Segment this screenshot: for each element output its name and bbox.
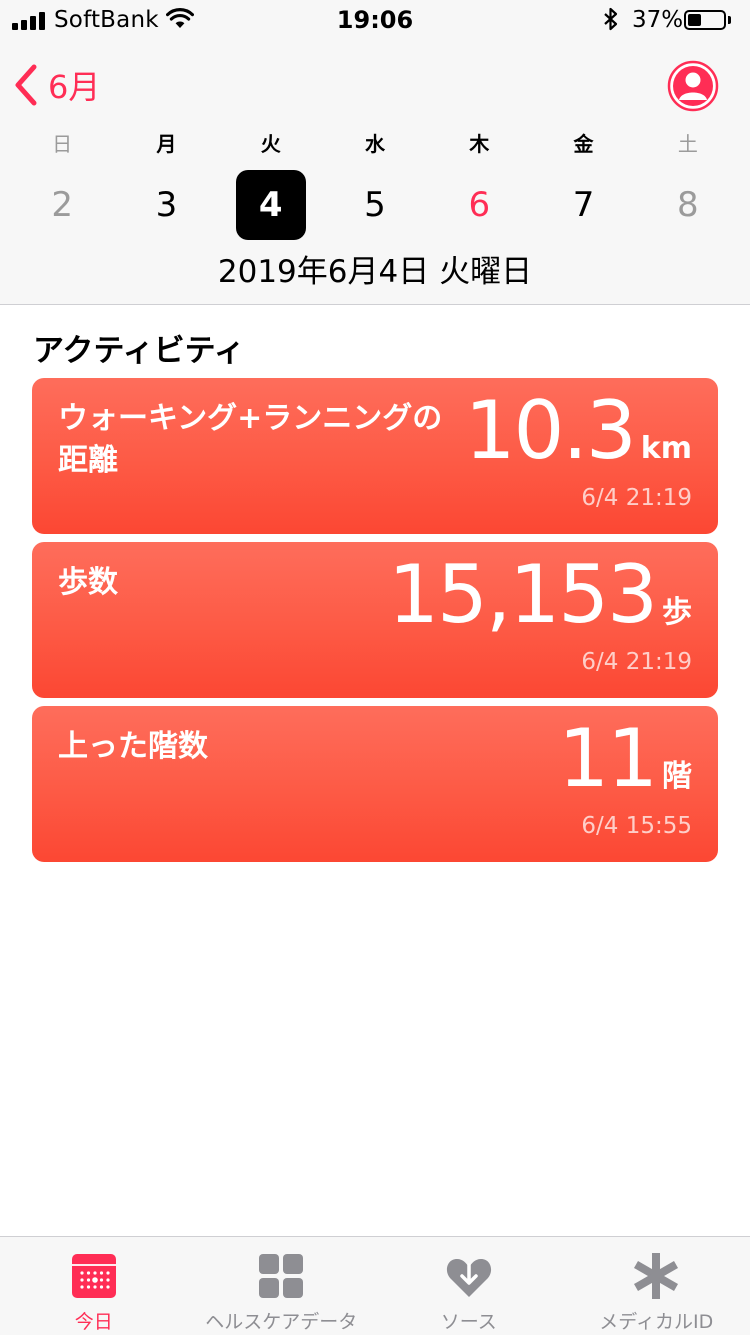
- calendar-today-icon: [69, 1251, 119, 1301]
- day-number: 3: [131, 170, 201, 240]
- tab-sources[interactable]: ソース: [375, 1237, 563, 1335]
- weekday-label: 金: [531, 128, 635, 157]
- header-region: SoftBank 19:06 37% 6月 日 月 火 水 木: [0, 0, 750, 305]
- card-number: 10.3: [465, 384, 635, 477]
- card-value: 11 階: [558, 712, 692, 805]
- status-bar: SoftBank 19:06 37%: [0, 0, 750, 40]
- card-number: 15,153: [388, 548, 656, 641]
- section-title: アクティビティ: [33, 325, 245, 370]
- card-timestamp: 6/4 21:19: [581, 485, 692, 511]
- tab-today[interactable]: 今日: [0, 1237, 188, 1335]
- day-number: 2: [27, 170, 97, 240]
- battery-percent: 37%: [632, 7, 683, 33]
- selected-date: 2019年6月4日 火曜日: [0, 246, 750, 291]
- back-button[interactable]: 6月: [14, 60, 100, 110]
- battery-cap: [728, 16, 731, 24]
- tab-bar: 今日 ヘルスケアデータ ソース メディカルID: [0, 1236, 750, 1335]
- flights-climbed-card[interactable]: 上った階数 11 階 6/4 15:55: [32, 706, 718, 862]
- tab-label: 今日: [0, 1307, 188, 1334]
- day-cell[interactable]: 8: [636, 170, 740, 240]
- card-number: 11: [558, 712, 656, 805]
- weekday-header: 日 月 火 水 木 金 土: [10, 128, 740, 157]
- day-cell[interactable]: 3: [114, 170, 218, 240]
- weekday-label: 水: [323, 128, 427, 157]
- day-cell[interactable]: 5: [323, 170, 427, 240]
- grid-icon: [256, 1251, 306, 1301]
- weekday-label: 土: [636, 128, 740, 157]
- weekday-label: 木: [427, 128, 531, 157]
- card-title: 上った階数: [58, 726, 448, 768]
- tab-health-data[interactable]: ヘルスケアデータ: [188, 1237, 376, 1335]
- weekday-label: 火: [219, 128, 323, 157]
- card-timestamp: 6/4 21:19: [581, 649, 692, 675]
- weekday-label: 月: [114, 128, 218, 157]
- day-number: 7: [549, 170, 619, 240]
- profile-button[interactable]: [667, 60, 719, 112]
- card-timestamp: 6/4 15:55: [581, 813, 692, 839]
- tab-medical-id[interactable]: メディカルID: [563, 1237, 750, 1335]
- day-cell[interactable]: 7: [531, 170, 635, 240]
- card-unit: 歩: [662, 587, 692, 631]
- day-number: 5: [340, 170, 410, 240]
- card-unit: 階: [662, 751, 692, 795]
- day-cell-selected[interactable]: 4: [219, 170, 323, 240]
- heart-download-icon: [444, 1251, 494, 1301]
- tab-label: ソース: [375, 1307, 563, 1334]
- battery-icon: [684, 10, 726, 30]
- card-title: ウォーキング+ランニングの距離: [58, 398, 448, 482]
- chevron-left-icon: [14, 64, 38, 106]
- day-number: 8: [653, 170, 723, 240]
- tab-label: ヘルスケアデータ: [188, 1307, 376, 1334]
- asterisk-icon: [631, 1251, 681, 1301]
- day-number: 6: [444, 170, 514, 240]
- steps-card[interactable]: 歩数 15,153 歩 6/4 21:19: [32, 542, 718, 698]
- card-unit: km: [641, 431, 692, 466]
- week-day-strip: 2 3 4 5 6 7 8: [10, 170, 740, 240]
- day-cell[interactable]: 2: [10, 170, 114, 240]
- battery-level: [688, 14, 701, 26]
- tab-label: メディカルID: [563, 1307, 750, 1334]
- day-cell-today[interactable]: 6: [427, 170, 531, 240]
- bluetooth-icon: [602, 7, 620, 31]
- distance-card[interactable]: ウォーキング+ランニングの距離 10.3 km 6/4 21:19: [32, 378, 718, 534]
- card-value: 15,153 歩: [388, 548, 692, 641]
- card-value: 10.3 km: [465, 384, 692, 477]
- back-label: 6月: [48, 62, 100, 108]
- weekday-label: 日: [10, 128, 114, 157]
- day-number: 4: [236, 170, 306, 240]
